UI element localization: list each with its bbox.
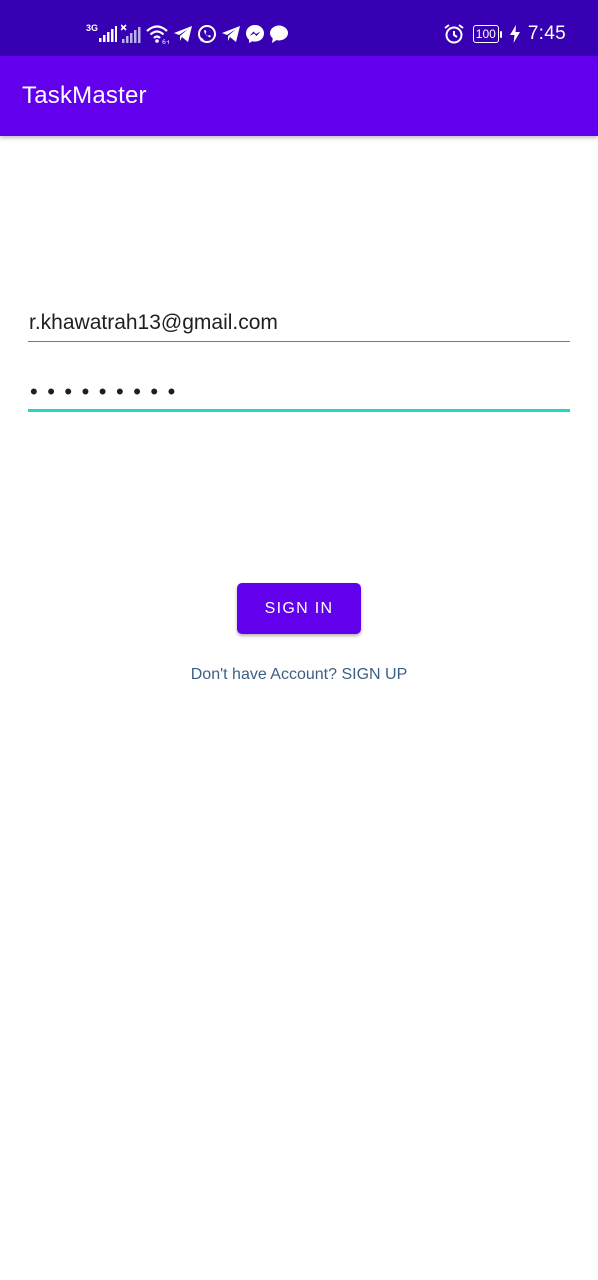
telegram-icon bbox=[173, 24, 193, 44]
status-bar: 3G 6+ 100 7:45 bbox=[0, 0, 598, 56]
app-title: TaskMaster bbox=[22, 82, 147, 109]
alarm-icon bbox=[443, 23, 465, 45]
email-value: r.khawatrah13@gmail.com bbox=[29, 311, 278, 334]
whatsapp-icon bbox=[197, 24, 217, 44]
password-value: ••••••••• bbox=[30, 379, 185, 404]
password-field[interactable]: ••••••••• bbox=[28, 372, 570, 412]
signup-link[interactable]: Don't have Account? SIGN UP bbox=[0, 666, 598, 684]
signal-no-service-icon bbox=[121, 24, 141, 44]
telegram-icon bbox=[221, 24, 241, 44]
wifi-icon: 6+ bbox=[145, 24, 169, 44]
battery-level: 100 bbox=[472, 25, 499, 43]
svg-text:6+: 6+ bbox=[162, 39, 169, 44]
chat-bubble-icon bbox=[269, 24, 289, 44]
battery-icon: 100 bbox=[472, 25, 502, 43]
signal-icon bbox=[99, 26, 118, 42]
app-bar: TaskMaster bbox=[0, 56, 598, 136]
clock: 7:45 bbox=[527, 23, 566, 44]
network-type-label: 3G bbox=[86, 23, 99, 33]
status-right-icons: 100 7:45 bbox=[443, 20, 566, 48]
email-field[interactable]: r.khawatrah13@gmail.com bbox=[28, 304, 570, 342]
status-left-icons: 3G 6+ bbox=[86, 20, 289, 48]
messenger-icon bbox=[245, 24, 265, 44]
charging-icon bbox=[509, 25, 520, 43]
signin-button[interactable]: SIGN IN bbox=[237, 583, 361, 634]
